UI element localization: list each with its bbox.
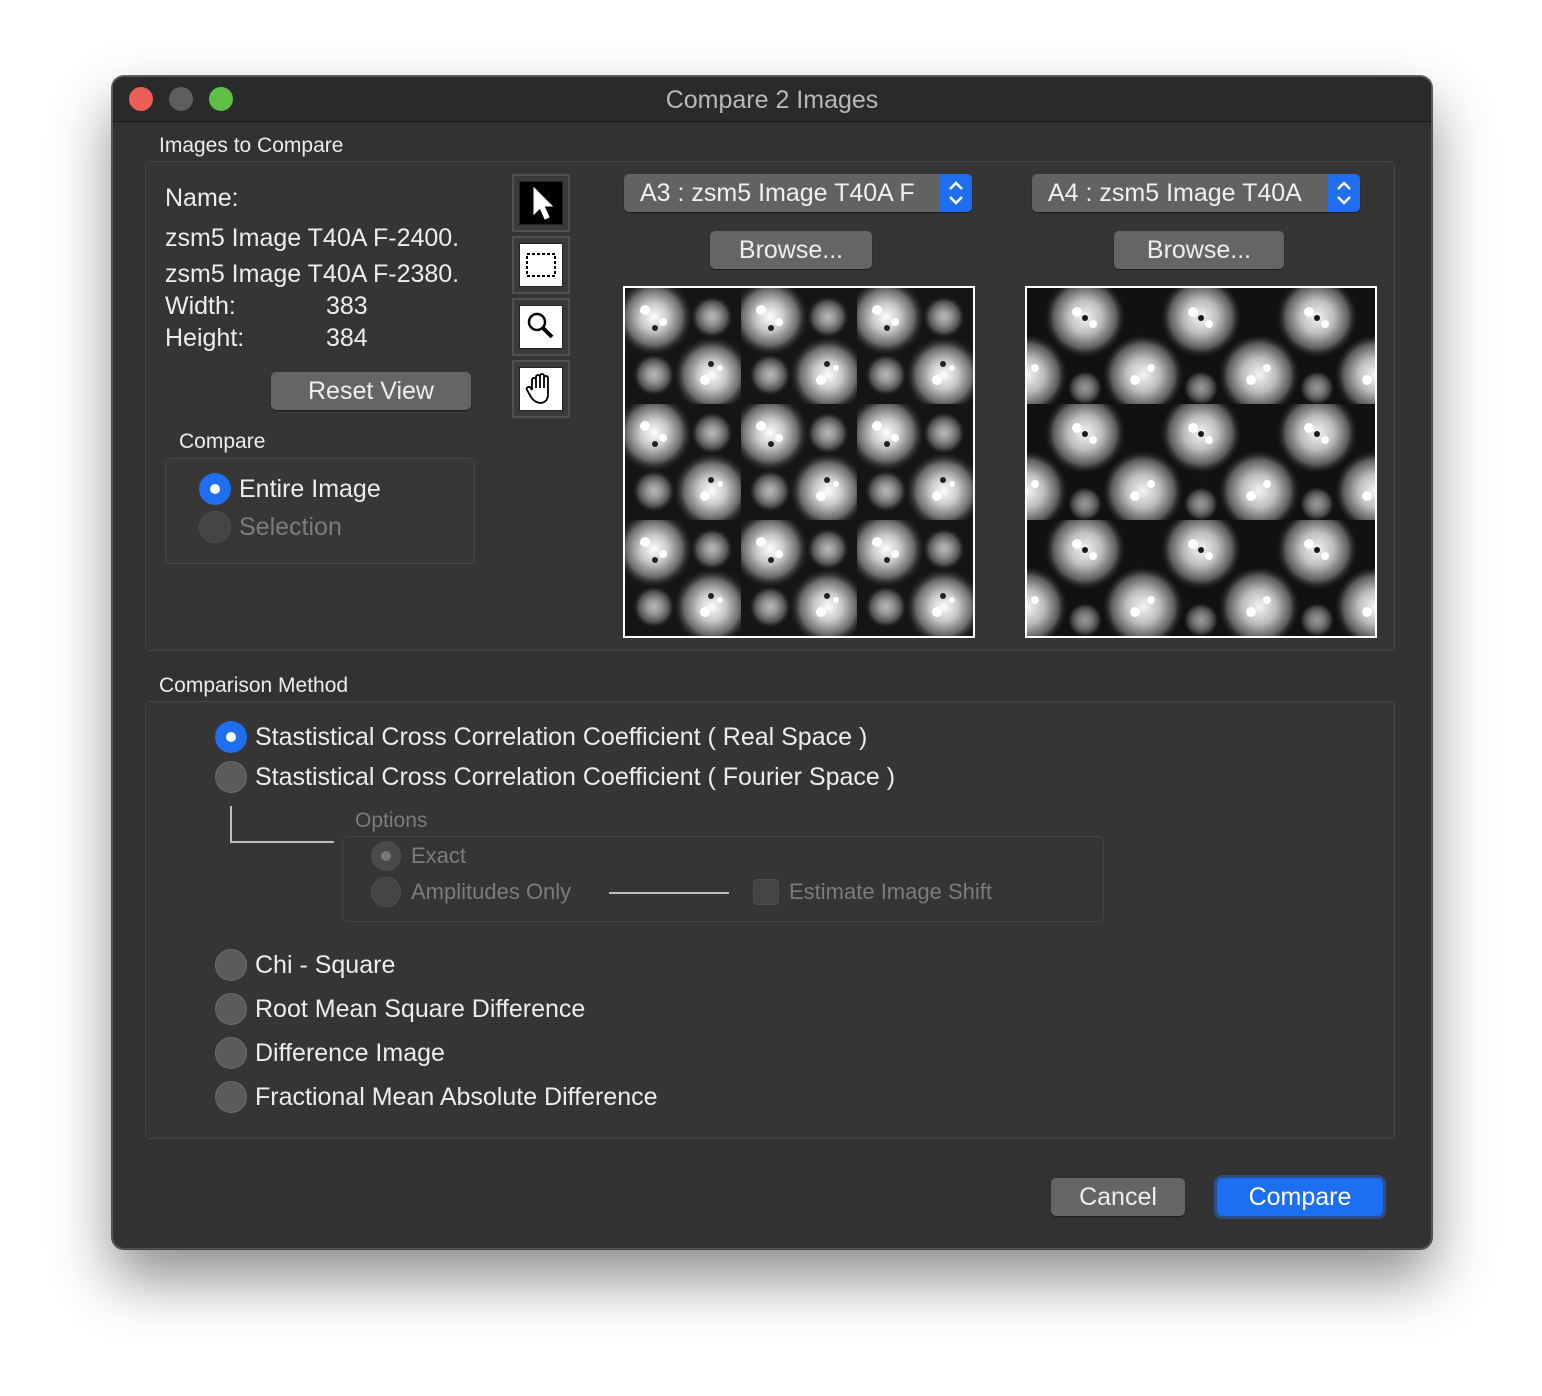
image-a-select-arrows bbox=[940, 174, 972, 212]
compare-images-dialog: Compare 2 Images Images to Compare Name:… bbox=[112, 76, 1432, 1249]
method-difference-image-label: Difference Image bbox=[255, 1039, 445, 1067]
hand-tool-button[interactable] bbox=[512, 360, 570, 418]
method-difference-image-radio[interactable] bbox=[215, 1037, 247, 1069]
estimate-image-shift-label: Estimate Image Shift bbox=[789, 879, 992, 904]
selection-radio[interactable] bbox=[199, 511, 231, 543]
zoom-tool-button[interactable] bbox=[512, 298, 570, 356]
images-to-compare-group: Name: zsm5 Image T40A F-2400. zsm5 Image… bbox=[145, 161, 1395, 651]
image-a-select[interactable]: A3 : zsm5 Image T40A F bbox=[624, 174, 972, 212]
image-b-select-arrows bbox=[1328, 174, 1360, 212]
images-to-compare-label: Images to Compare bbox=[159, 134, 344, 157]
arrow-tool-button[interactable] bbox=[512, 174, 570, 232]
estimate-image-shift-checkbox[interactable] bbox=[753, 879, 779, 905]
height-value: 384 bbox=[326, 324, 368, 352]
selection-label: Selection bbox=[239, 513, 342, 541]
image-a-select-value: A3 : zsm5 Image T40A F bbox=[640, 179, 915, 207]
options-label: Options bbox=[355, 809, 428, 832]
up-down-chevron-icon bbox=[949, 181, 963, 205]
options-connector-vertical bbox=[230, 806, 232, 842]
method-fractional-mad-radio[interactable] bbox=[215, 1081, 247, 1113]
width-value: 383 bbox=[326, 292, 368, 320]
comparison-method-label: Comparison Method bbox=[159, 674, 349, 697]
options-group: Exact Amplitudes Only Estimate Image Shi… bbox=[342, 836, 1104, 922]
browse-image-b-button[interactable]: Browse... bbox=[1114, 231, 1284, 269]
height-label: Height: bbox=[165, 324, 245, 352]
image-a-texture bbox=[625, 288, 973, 636]
option-exact-radio[interactable] bbox=[371, 841, 401, 871]
image-b-preview[interactable] bbox=[1025, 286, 1377, 638]
image-b-texture bbox=[1027, 288, 1375, 636]
method-fractional-mad-label: Fractional Mean Absolute Difference bbox=[255, 1083, 658, 1111]
method-real-space-radio[interactable] bbox=[215, 721, 247, 753]
options-divider-line bbox=[609, 892, 729, 894]
compare-area-group: Entire Image Selection bbox=[165, 458, 475, 564]
entire-image-label: Entire Image bbox=[239, 475, 381, 503]
method-chi-square-radio[interactable] bbox=[215, 949, 247, 981]
marquee-tool-button[interactable] bbox=[512, 236, 570, 294]
name-label: Name: bbox=[165, 184, 239, 212]
option-exact-label: Exact bbox=[411, 843, 467, 868]
image-a-name: zsm5 Image T40A F-2400. bbox=[165, 224, 460, 252]
marquee-icon bbox=[526, 253, 556, 277]
browse-image-a-button[interactable]: Browse... bbox=[710, 231, 872, 269]
method-rms-difference-radio[interactable] bbox=[215, 993, 247, 1025]
hand-icon bbox=[525, 373, 549, 404]
option-amplitudes-label: Amplitudes Only bbox=[411, 879, 572, 904]
method-fourier-space-label: Stastistical Cross Correlation Coefficie… bbox=[255, 763, 896, 791]
option-amplitudes-radio[interactable] bbox=[371, 877, 401, 907]
options-connector-horizontal bbox=[230, 841, 334, 843]
image-b-name: zsm5 Image T40A F-2380. bbox=[165, 260, 460, 288]
entire-image-radio[interactable] bbox=[199, 473, 231, 505]
magnifier-icon bbox=[527, 312, 554, 339]
compare-button[interactable]: Compare bbox=[1217, 1178, 1383, 1216]
image-b-select-value: A4 : zsm5 Image T40A bbox=[1048, 179, 1302, 207]
up-down-chevron-icon bbox=[1337, 181, 1351, 205]
image-a-preview[interactable] bbox=[623, 286, 975, 638]
title-bar: Compare 2 Images bbox=[113, 77, 1431, 122]
image-b-select[interactable]: A4 : zsm5 Image T40A bbox=[1032, 174, 1360, 212]
compare-area-label: Compare bbox=[179, 430, 266, 453]
method-rms-difference-label: Root Mean Square Difference bbox=[255, 995, 586, 1023]
arrow-icon bbox=[533, 186, 554, 220]
window-title: Compare 2 Images bbox=[665, 86, 879, 114]
reset-view-button[interactable]: Reset View bbox=[271, 372, 471, 410]
method-real-space-label: Stastistical Cross Correlation Coefficie… bbox=[255, 723, 868, 751]
cancel-button[interactable]: Cancel bbox=[1051, 1178, 1185, 1216]
method-fourier-space-radio[interactable] bbox=[215, 761, 247, 793]
width-label: Width: bbox=[165, 292, 236, 320]
comparison-method-group: Stastistical Cross Correlation Coefficie… bbox=[145, 701, 1395, 1139]
method-chi-square-label: Chi - Square bbox=[255, 951, 396, 979]
